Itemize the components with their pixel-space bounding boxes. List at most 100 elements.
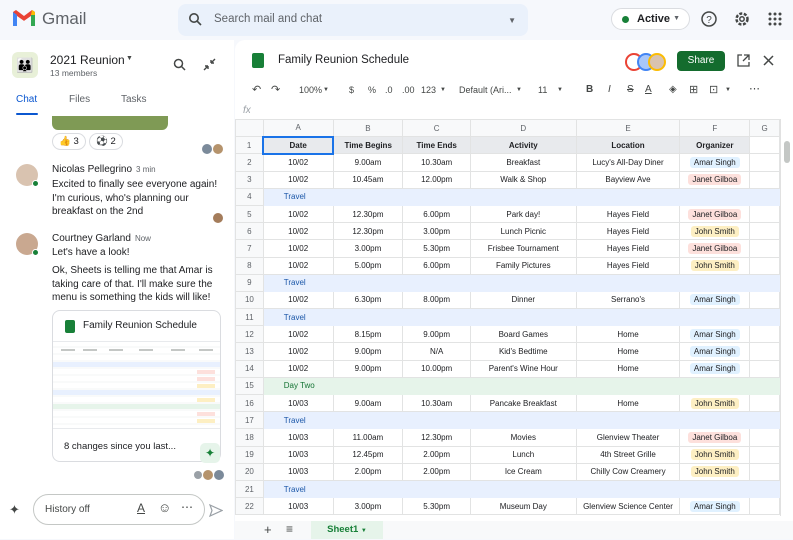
- font-size-select[interactable]: 11: [538, 85, 547, 95]
- cell[interactable]: Home: [575, 325, 681, 344]
- cell[interactable]: Dinner: [469, 290, 577, 310]
- cell[interactable]: 9.00pm: [332, 359, 404, 378]
- row-number[interactable]: 18: [235, 428, 264, 447]
- sheet-preview-card[interactable]: Family Reunion Schedule 8 changes since …: [52, 310, 221, 462]
- cell[interactable]: 10.45am: [332, 170, 404, 189]
- empty-cell[interactable]: [679, 308, 751, 327]
- row-number[interactable]: 3: [235, 170, 264, 189]
- sheet-body[interactable]: 1 Date Time Begins Time Ends Activity Lo…: [235, 135, 780, 516]
- row-number[interactable]: 16: [235, 393, 264, 413]
- empty-cell[interactable]: [749, 308, 780, 327]
- table-row[interactable]: 18 10/03 11.00am 12.30pm Movies Glenview Thea…: [235, 428, 780, 447]
- cell[interactable]: Board Games: [469, 325, 577, 344]
- tab-files[interactable]: Files: [69, 94, 90, 105]
- select-all-corner[interactable]: [235, 119, 264, 138]
- row-number[interactable]: 21: [235, 479, 264, 499]
- empty-cell[interactable]: [469, 376, 577, 396]
- cell[interactable]: 12.45pm: [332, 445, 404, 464]
- empty-cell[interactable]: [749, 153, 780, 172]
- header-cell[interactable]: Date: [262, 135, 335, 155]
- sheet-tab[interactable]: Sheet1 ▼: [311, 521, 383, 539]
- cell[interactable]: Lucy's All-Day Diner: [575, 153, 681, 172]
- all-sheets-icon[interactable]: ≡: [286, 522, 293, 536]
- row-number[interactable]: 19: [235, 445, 264, 464]
- column-header[interactable]: E: [575, 119, 681, 138]
- row-number[interactable]: 4: [235, 187, 264, 206]
- cell[interactable]: 11.00am: [332, 428, 404, 447]
- table-row[interactable]: 13 10/02 9.00pm N/A Kid's Bedtime Home Amar Si…: [235, 342, 780, 361]
- empty-cell[interactable]: [575, 273, 681, 292]
- cell[interactable]: 10/03: [262, 445, 334, 464]
- currency-button[interactable]: $: [349, 85, 354, 95]
- row-number[interactable]: 13: [235, 342, 264, 361]
- cell[interactable]: 9.00am: [332, 393, 404, 413]
- empty-cell[interactable]: [749, 136, 780, 155]
- empty-cell[interactable]: [469, 308, 577, 327]
- empty-cell[interactable]: [749, 222, 780, 241]
- empty-cell[interactable]: [749, 393, 780, 413]
- tab-tasks[interactable]: Tasks: [121, 94, 147, 105]
- cell[interactable]: 10/02: [262, 239, 334, 258]
- cell[interactable]: Glenview Theater: [575, 428, 681, 447]
- font-select[interactable]: Default (Ari...: [459, 85, 512, 95]
- collaborator-avatar[interactable]: [648, 53, 666, 71]
- cell[interactable]: 4th Street Grille: [575, 445, 681, 464]
- row-number[interactable]: 20: [235, 462, 264, 481]
- empty-cell[interactable]: [749, 256, 780, 275]
- organizer-cell[interactable]: Amar Singh: [679, 497, 751, 516]
- message-input[interactable]: History off A ☺ ⋯: [33, 494, 205, 525]
- gmail-logo-icon[interactable]: [13, 9, 35, 26]
- table-row[interactable]: 12 10/02 8.15pm 9.00pm Board Games Home Amar S…: [235, 325, 780, 344]
- section-row[interactable]: 4 Travel: [235, 187, 780, 206]
- column-header[interactable]: A: [262, 119, 334, 138]
- organizer-cell[interactable]: Amar Singh: [679, 359, 751, 378]
- cell[interactable]: 10.00pm: [402, 359, 471, 378]
- header-cell[interactable]: Activity: [469, 136, 577, 155]
- cell[interactable]: Kid's Bedtime: [469, 342, 577, 361]
- search-options-icon[interactable]: ▼: [508, 16, 516, 25]
- table-row[interactable]: 6 10/02 12.30pm 3.00pm Lunch Picnic Hayes Fie…: [235, 222, 780, 241]
- row-number[interactable]: 10: [235, 290, 264, 310]
- more-options-icon[interactable]: ⋯: [181, 500, 193, 514]
- cell[interactable]: 12.30pm: [332, 204, 404, 224]
- empty-cell[interactable]: [575, 376, 681, 396]
- empty-cell[interactable]: [332, 187, 404, 206]
- row-number[interactable]: 22: [235, 497, 264, 516]
- cell[interactable]: 6.00pm: [402, 204, 471, 224]
- format-text-icon[interactable]: A: [137, 501, 145, 515]
- empty-cell[interactable]: [575, 479, 681, 499]
- header-cell[interactable]: Organizer: [679, 136, 751, 155]
- cell[interactable]: 10/03: [262, 428, 334, 447]
- cell[interactable]: Home: [575, 359, 681, 378]
- section-label[interactable]: Travel: [262, 308, 334, 327]
- cell[interactable]: Chilly Cow Creamery: [575, 462, 681, 481]
- cell[interactable]: 6.30pm: [332, 290, 404, 310]
- row-number[interactable]: 14: [235, 359, 264, 378]
- cell[interactable]: 5.00pm: [332, 256, 404, 275]
- cell[interactable]: Ice Cream: [469, 462, 577, 481]
- cell[interactable]: Hayes Field: [575, 222, 681, 241]
- empty-cell[interactable]: [749, 290, 780, 310]
- column-header[interactable]: D: [469, 119, 577, 138]
- organizer-cell[interactable]: Janet Gilboa: [679, 239, 751, 258]
- cell[interactable]: 10/02: [262, 290, 334, 310]
- cell[interactable]: Parent's Wine Hour: [469, 359, 577, 378]
- table-row[interactable]: 5 10/02 12.30pm 6.00pm Park day! Hayes Field J…: [235, 204, 780, 224]
- reaction-soccer[interactable]: ⚽ 2: [89, 133, 123, 150]
- cell[interactable]: 10.30am: [402, 153, 471, 172]
- close-icon[interactable]: [763, 55, 774, 66]
- row-number[interactable]: 15: [235, 376, 264, 396]
- row-number[interactable]: 8: [235, 256, 264, 275]
- increase-decimal-button[interactable]: .00: [402, 85, 415, 95]
- decrease-decimal-button[interactable]: .0: [385, 85, 393, 95]
- cell[interactable]: 9.00pm: [402, 325, 471, 344]
- room-dropdown-icon[interactable]: ▼: [126, 55, 133, 62]
- section-label[interactable]: Travel: [262, 187, 334, 206]
- cell[interactable]: Hayes Field: [575, 239, 681, 258]
- organizer-cell[interactable]: Janet Gilboa: [679, 204, 751, 224]
- percent-button[interactable]: %: [368, 85, 376, 95]
- empty-cell[interactable]: [749, 359, 780, 378]
- organizer-cell[interactable]: Amar Singh: [679, 290, 751, 310]
- empty-cell[interactable]: [679, 479, 751, 499]
- formula-bar[interactable]: fx: [235, 102, 793, 120]
